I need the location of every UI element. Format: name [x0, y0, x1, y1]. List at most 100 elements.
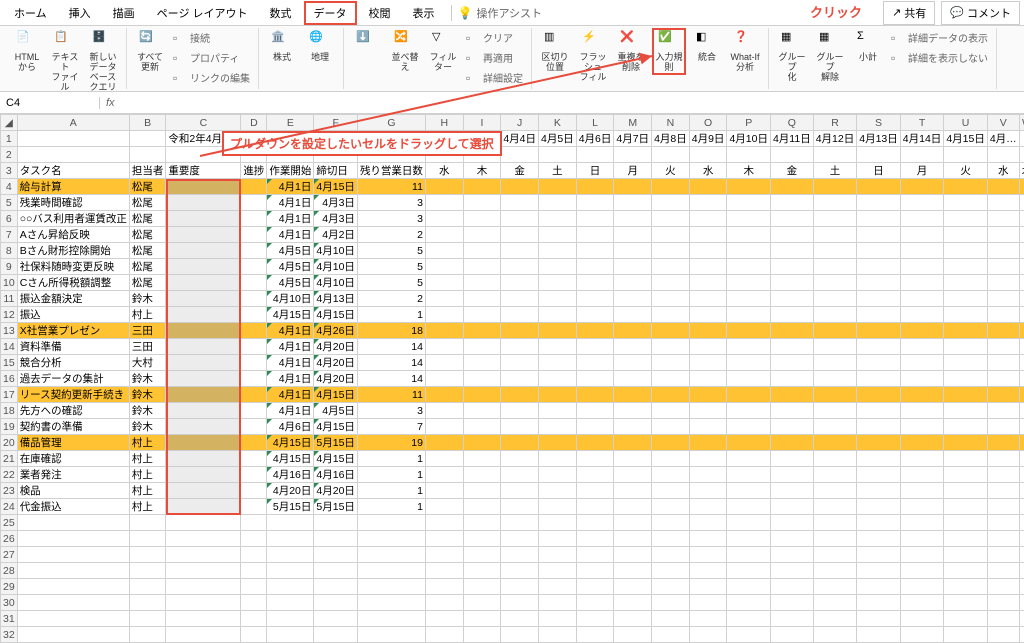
- col-header-I[interactable]: I: [463, 115, 501, 131]
- row-header-2[interactable]: 2: [1, 147, 18, 163]
- col-header-F[interactable]: F: [314, 115, 358, 131]
- row-header-12[interactable]: 12: [1, 307, 18, 323]
- comment-button[interactable]: 💬 コメント: [941, 1, 1020, 25]
- ribbon-HTMLから[interactable]: 📄HTMLから: [10, 28, 44, 75]
- table-row[interactable]: 28: [1, 563, 1024, 579]
- row-header-20[interactable]: 20: [1, 435, 18, 451]
- ribbon-入力規則[interactable]: ✅入力規則: [652, 28, 686, 75]
- ribbon-side-クリア[interactable]: ▫クリア: [464, 28, 525, 47]
- col-header-B[interactable]: B: [129, 115, 166, 131]
- row-header-6[interactable]: 6: [1, 211, 18, 227]
- menu-挿入[interactable]: 挿入: [59, 1, 101, 25]
- table-row[interactable]: 22業者発注村上4月16日4月16日1: [1, 467, 1024, 483]
- col-header-G[interactable]: G: [357, 115, 425, 131]
- table-row[interactable]: 20備品管理村上4月15日5月15日19: [1, 435, 1024, 451]
- table-row[interactable]: 30: [1, 595, 1024, 611]
- row-header-5[interactable]: 5: [1, 195, 18, 211]
- row-header-4[interactable]: 4: [1, 179, 18, 195]
- row-header-23[interactable]: 23: [1, 483, 18, 499]
- col-header-V[interactable]: V: [987, 115, 1019, 131]
- table-row[interactable]: 5残業時間確認松尾4月1日4月3日3: [1, 195, 1024, 211]
- menu-ホーム[interactable]: ホーム: [4, 1, 57, 25]
- name-box[interactable]: C4: [0, 97, 100, 109]
- row-header-30[interactable]: 30: [1, 595, 18, 611]
- row-header-15[interactable]: 15: [1, 355, 18, 371]
- table-row[interactable]: 24代金振込村上5月15日5月15日1: [1, 499, 1024, 515]
- fx-icon[interactable]: fx: [100, 97, 121, 109]
- table-row[interactable]: 29: [1, 579, 1024, 595]
- row-header-29[interactable]: 29: [1, 579, 18, 595]
- table-row[interactable]: 21在庫確認村上4月15日4月15日1: [1, 451, 1024, 467]
- menu-ページ レイアウト[interactable]: ページ レイアウト: [147, 1, 258, 25]
- col-header-U[interactable]: U: [944, 115, 988, 131]
- ribbon-並べ替え[interactable]: 🔀並べ替え: [388, 28, 422, 75]
- table-row[interactable]: 17リース契約更新手続き鈴木4月1日4月15日11: [1, 387, 1024, 403]
- ribbon-新しいデータベースクエリ[interactable]: 🗄️新しいデータベースクエリ: [86, 28, 120, 95]
- row-header-28[interactable]: 28: [1, 563, 18, 579]
- tell-me[interactable]: 💡操作アシスト: [458, 5, 543, 21]
- row-header-9[interactable]: 9: [1, 259, 18, 275]
- col-header-A[interactable]: A: [17, 115, 129, 131]
- col-header-Q[interactable]: Q: [770, 115, 813, 131]
- table-row[interactable]: 18先方への確認鈴木4月1日4月5日3: [1, 403, 1024, 419]
- ribbon-side-再適用[interactable]: ▫再適用: [464, 48, 525, 67]
- ribbon-icon6[interactable]: ⬇️: [350, 28, 384, 55]
- row-header-32[interactable]: 32: [1, 627, 18, 643]
- table-row[interactable]: 26: [1, 531, 1024, 547]
- row-header-26[interactable]: 26: [1, 531, 18, 547]
- ribbon-フラッシュフィル[interactable]: ⚡フラッシュフィル: [576, 28, 610, 85]
- table-row[interactable]: 12振込村上4月15日4月15日1: [1, 307, 1024, 323]
- table-row[interactable]: 31: [1, 611, 1024, 627]
- row-header-14[interactable]: 14: [1, 339, 18, 355]
- menu-表示[interactable]: 表示: [403, 1, 445, 25]
- ribbon-グループ化[interactable]: ▦グループ化: [775, 28, 809, 85]
- spreadsheet-grid[interactable]: プルダウンを設定したいセルをドラッグして選択 ◢ABCDEFGHIJKLMNOP…: [0, 114, 1024, 643]
- row-header-18[interactable]: 18: [1, 403, 18, 419]
- table-row[interactable]: 14資料準備三田4月1日4月20日14: [1, 339, 1024, 355]
- col-header-T[interactable]: T: [900, 115, 944, 131]
- row-header-27[interactable]: 27: [1, 547, 18, 563]
- col-header-D[interactable]: D: [241, 115, 267, 131]
- ribbon-フィルター[interactable]: ▽フィルター: [426, 28, 460, 75]
- select-all[interactable]: ◢: [1, 115, 18, 131]
- col-header-K[interactable]: K: [539, 115, 577, 131]
- ribbon-グループ解除[interactable]: ▦グループ解除: [813, 28, 847, 85]
- table-row[interactable]: 15競合分析大村4月1日4月20日14: [1, 355, 1024, 371]
- ribbon-テキストファイル[interactable]: 📋テキストファイル: [48, 28, 82, 95]
- row-header-7[interactable]: 7: [1, 227, 18, 243]
- table-row[interactable]: 11振込金額決定鈴木4月10日4月13日2: [1, 291, 1024, 307]
- row-header-25[interactable]: 25: [1, 515, 18, 531]
- menu-データ[interactable]: データ: [304, 1, 357, 25]
- col-header-H[interactable]: H: [425, 115, 463, 131]
- table-row[interactable]: 19契約書の準備鈴木4月6日4月15日7: [1, 419, 1024, 435]
- row-header-31[interactable]: 31: [1, 611, 18, 627]
- row-header-16[interactable]: 16: [1, 371, 18, 387]
- ribbon-side-リンクの編集[interactable]: ▫リンクの編集: [171, 68, 252, 87]
- col-header-P[interactable]: P: [727, 115, 771, 131]
- table-row[interactable]: 32: [1, 627, 1024, 643]
- row-header-13[interactable]: 13: [1, 323, 18, 339]
- ribbon-小計[interactable]: Σ小計: [851, 28, 885, 65]
- row-header-22[interactable]: 22: [1, 467, 18, 483]
- row-header-19[interactable]: 19: [1, 419, 18, 435]
- table-row[interactable]: 10Cさん所得税額調整松尾4月5日4月10日5: [1, 275, 1024, 291]
- row-header-11[interactable]: 11: [1, 291, 18, 307]
- table-row[interactable]: 27: [1, 547, 1024, 563]
- row-header-8[interactable]: 8: [1, 243, 18, 259]
- menu-校閲[interactable]: 校閲: [359, 1, 401, 25]
- table-row[interactable]: 7Aさん昇給反映松尾4月1日4月2日2: [1, 227, 1024, 243]
- col-header-M[interactable]: M: [614, 115, 652, 131]
- share-button[interactable]: ↗ 共有: [883, 1, 935, 25]
- row-header-1[interactable]: 1: [1, 131, 18, 147]
- table-row[interactable]: 4給与計算松尾4月1日4月15日11: [1, 179, 1024, 195]
- table-row[interactable]: 13X社営業プレゼン三田4月1日4月26日18: [1, 323, 1024, 339]
- row-header-17[interactable]: 17: [1, 387, 18, 403]
- col-header-S[interactable]: S: [857, 115, 901, 131]
- ribbon-What-If分析[interactable]: ❓What-If分析: [728, 28, 762, 75]
- table-row[interactable]: 23検品村上4月20日4月20日1: [1, 483, 1024, 499]
- ribbon-すべて更新[interactable]: 🔄すべて更新: [133, 28, 167, 75]
- row-header-24[interactable]: 24: [1, 499, 18, 515]
- col-header-E[interactable]: E: [267, 115, 314, 131]
- table-row[interactable]: 25: [1, 515, 1024, 531]
- table-row[interactable]: 16過去データの集計鈴木4月1日4月20日14: [1, 371, 1024, 387]
